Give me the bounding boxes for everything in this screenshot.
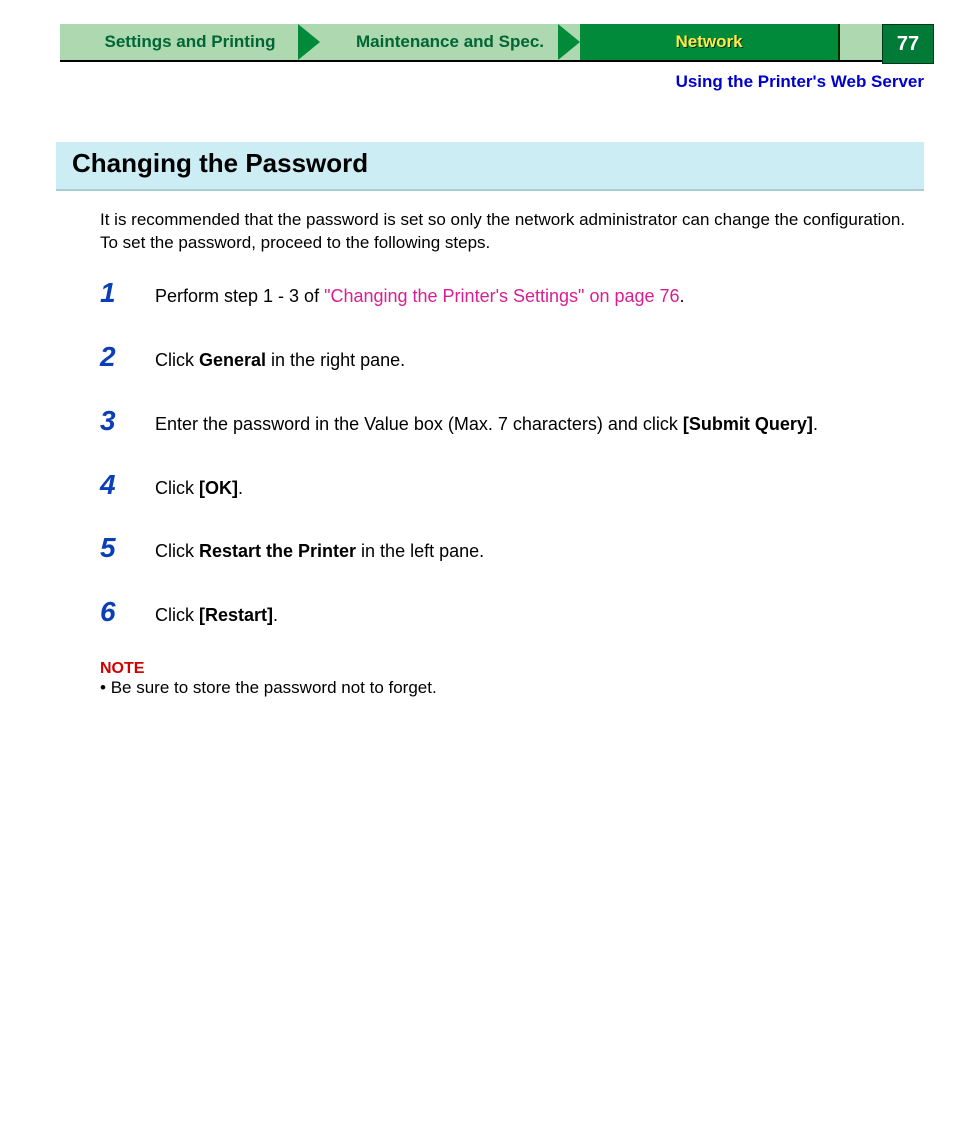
bold-run: [Submit Query] [683, 414, 813, 434]
text-run: in the right pane. [266, 350, 405, 370]
tab-maintenance[interactable]: Maintenance and Spec. [320, 24, 580, 60]
note-label: NOTE [100, 660, 924, 678]
text-run: . [813, 414, 818, 434]
step-4: 4 Click [OK]. [100, 469, 924, 503]
page-number: 77 [897, 33, 919, 56]
cross-reference-link[interactable]: "Changing the Printer's Settings" on pag… [324, 286, 679, 306]
subtitle-text: Using the Printer's Web Server [676, 72, 924, 91]
intro-paragraph: It is recommended that the password is s… [100, 209, 924, 255]
step-number: 2 [100, 341, 155, 373]
text-run: Click [155, 350, 199, 370]
step-number: 5 [100, 532, 155, 564]
step-2: 2 Click General in the right pane. [100, 341, 924, 375]
step-text: Click General in the right pane. [155, 347, 405, 375]
note-block: NOTE • Be sure to store the password not… [100, 660, 924, 698]
tab-settings[interactable]: Settings and Printing [60, 24, 320, 60]
step-text: Click [Restart]. [155, 602, 278, 630]
step-number: 1 [100, 277, 155, 309]
heading-text: Changing the Password [72, 148, 908, 179]
step-text: Click [OK]. [155, 475, 243, 503]
text-run: . [680, 286, 685, 306]
bold-run: [OK] [199, 478, 238, 498]
top-navigation: Settings and Printing Maintenance and Sp… [60, 24, 934, 60]
text-run: Enter the password in the Value box (Max… [155, 414, 683, 434]
bold-run: Restart the Printer [199, 541, 356, 561]
tab-label: Settings and Printing [105, 32, 276, 52]
text-run: . [273, 605, 278, 625]
step-number: 4 [100, 469, 155, 501]
note-text: Be sure to store the password not to for… [111, 678, 437, 697]
tab-label: Network [675, 32, 742, 52]
text-run: in the left pane. [356, 541, 484, 561]
step-1: 1 Perform step 1 - 3 of "Changing the Pr… [100, 277, 924, 311]
text-run: Click [155, 605, 199, 625]
tab-network-active[interactable]: Network [580, 24, 840, 60]
step-text: Click Restart the Printer in the left pa… [155, 538, 484, 566]
section-heading: Changing the Password [56, 142, 924, 191]
step-number: 6 [100, 596, 155, 628]
tab-separator-icon [558, 24, 580, 60]
tab-label: Maintenance and Spec. [356, 32, 544, 52]
note-text-line: • Be sure to store the password not to f… [100, 678, 924, 698]
tab-strip: Settings and Printing Maintenance and Sp… [60, 24, 934, 62]
step-text: Perform step 1 - 3 of "Changing the Prin… [155, 283, 685, 311]
bold-run: [Restart] [199, 605, 273, 625]
text-run: Perform step 1 - 3 of [155, 286, 324, 306]
text-run: . [238, 478, 243, 498]
step-3: 3 Enter the password in the Value box (M… [100, 405, 924, 439]
tab-separator-icon [298, 24, 320, 60]
page-number-badge: 77 [882, 24, 934, 64]
bold-run: General [199, 350, 266, 370]
text-run: Click [155, 541, 199, 561]
step-number: 3 [100, 405, 155, 437]
steps-list: 1 Perform step 1 - 3 of "Changing the Pr… [100, 277, 924, 630]
step-5: 5 Click Restart the Printer in the left … [100, 532, 924, 566]
breadcrumb-subtitle: Using the Printer's Web Server [60, 72, 924, 92]
step-6: 6 Click [Restart]. [100, 596, 924, 630]
step-text: Enter the password in the Value box (Max… [155, 411, 818, 439]
intro-text: It is recommended that the password is s… [100, 210, 905, 252]
bullet-icon: • [100, 678, 111, 697]
text-run: Click [155, 478, 199, 498]
